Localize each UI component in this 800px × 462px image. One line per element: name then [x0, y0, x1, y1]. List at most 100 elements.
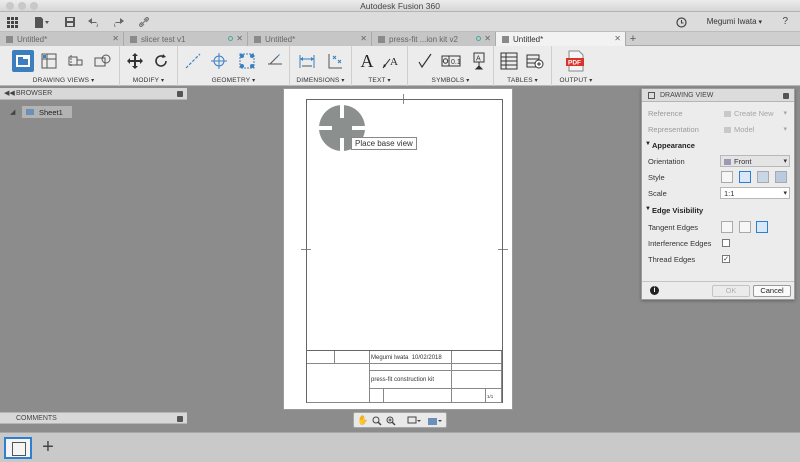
document-tab[interactable]: Untitled* ✕: [248, 32, 372, 46]
datum-identifier-icon[interactable]: A: [468, 50, 490, 72]
surface-texture-icon[interactable]: [414, 50, 436, 72]
dimension-icon[interactable]: [296, 50, 318, 72]
undo-icon[interactable]: [86, 15, 102, 29]
browser-panel-header[interactable]: ◀◀ BROWSER: [0, 88, 187, 100]
ribbon-group-label[interactable]: MODIFY: [120, 77, 177, 84]
feature-control-frame-icon[interactable]: 0.1: [440, 50, 462, 72]
tangent-edges-shortened-icon[interactable]: [756, 221, 768, 233]
pin-icon[interactable]: [177, 91, 183, 97]
title-block-cell: [452, 371, 502, 389]
center-mark-icon[interactable]: [208, 50, 230, 72]
ribbon-group-dimensions: DIMENSIONS: [290, 46, 352, 86]
sheet-thumbnail-active[interactable]: [4, 437, 32, 459]
detail-view-button[interactable]: [92, 50, 114, 72]
pin-icon[interactable]: [177, 416, 183, 422]
view-settings-icon[interactable]: [426, 415, 444, 426]
help-icon[interactable]: ?: [782, 16, 788, 27]
projected-view-button[interactable]: [38, 50, 60, 72]
slot-bottom: [340, 138, 344, 151]
ribbon-group-label[interactable]: TABLES: [494, 77, 551, 84]
scale-dropdown[interactable]: 1:1: [720, 187, 790, 199]
center-mark-pattern-icon[interactable]: [236, 50, 258, 72]
browser-node-sheet[interactable]: Sheet1: [22, 106, 72, 118]
new-tab-button[interactable]: +: [626, 32, 640, 46]
save-icon[interactable]: [62, 15, 78, 29]
redo-icon[interactable]: [110, 15, 126, 29]
edge-visibility-section[interactable]: ▼ Edge Visibility: [642, 203, 794, 217]
tab-label: slicer test v1: [141, 34, 186, 44]
rotate-icon[interactable]: [150, 50, 172, 72]
collapse-arrows-icon[interactable]: ◀◀: [4, 89, 15, 97]
close-tab-icon[interactable]: ✕: [112, 34, 119, 43]
close-tab-icon[interactable]: ✕: [236, 34, 243, 43]
tangent-edges-label: Tangent Edges: [648, 223, 699, 232]
info-icon[interactable]: i: [650, 286, 659, 295]
reference-label: Reference: [648, 109, 683, 118]
document-tab-active[interactable]: Untitled* ✕: [496, 32, 626, 46]
orientation-dropdown[interactable]: Front: [720, 155, 790, 167]
title-block-cell: [452, 389, 486, 403]
text-button[interactable]: A: [356, 50, 378, 72]
leader-text-button[interactable]: A: [380, 50, 402, 72]
appearance-section[interactable]: ▼ Appearance: [642, 138, 794, 152]
close-tab-icon[interactable]: ✕: [614, 34, 621, 43]
expand-arrow-icon[interactable]: ◢: [10, 108, 15, 116]
data-panel-grid-icon[interactable]: [4, 15, 20, 29]
sync-status-icon: [228, 36, 233, 41]
move-icon[interactable]: [124, 50, 146, 72]
dialog-title: DRAWING VIEW: [660, 92, 714, 99]
pan-hand-icon[interactable]: ✋: [357, 415, 369, 426]
drawing-sheet[interactable]: Megumi Iwata 10/02/2018 press-fit constr…: [283, 88, 513, 410]
tangent-edges-full-icon[interactable]: [739, 221, 751, 233]
drawing-view-header[interactable]: DRAWING VIEW: [642, 89, 794, 102]
tangent-edges-off-icon[interactable]: [721, 221, 733, 233]
document-tab-bar: Untitled* ✕ slicer test v1 ✕ Untitled* ✕…: [0, 32, 800, 46]
balloon-table-icon[interactable]: [524, 50, 546, 72]
ribbon-group-label[interactable]: OUTPUT: [552, 77, 600, 84]
ok-button[interactable]: OK: [712, 285, 750, 297]
ribbon-group-label[interactable]: GEOMETRY: [178, 77, 289, 84]
ribbon-group-geometry: GEOMETRY: [178, 46, 290, 86]
section-view-button[interactable]: [64, 50, 86, 72]
comments-panel-header[interactable]: COMMENTS: [0, 412, 187, 424]
style-visible-edges-icon[interactable]: [721, 171, 733, 183]
ribbon-group-label[interactable]: DIMENSIONS: [290, 77, 351, 84]
interference-edges-checkbox[interactable]: [722, 239, 730, 247]
pin-icon[interactable]: [783, 93, 789, 99]
display-settings-icon[interactable]: [406, 415, 422, 426]
ribbon-group-label[interactable]: DRAWING VIEWS: [8, 77, 119, 84]
cancel-button[interactable]: Cancel: [753, 285, 791, 297]
close-tab-icon[interactable]: ✕: [360, 34, 367, 43]
representation-row: Representation Model: [642, 122, 794, 136]
section-expand-icon: ▼: [645, 141, 651, 147]
reference-dropdown: Create New: [720, 107, 790, 119]
svg-text:A: A: [476, 56, 481, 63]
document-tab[interactable]: Untitled* ✕: [0, 32, 124, 46]
document-tab[interactable]: press-fit ...ion kit v2 ✕: [372, 32, 496, 46]
centerline-icon[interactable]: [182, 50, 204, 72]
document-tab[interactable]: slicer test v1 ✕: [124, 32, 248, 46]
ribbon-group-label[interactable]: TEXT: [352, 77, 407, 84]
ribbon-group-label[interactable]: SYMBOLS: [408, 77, 493, 84]
ribbon-group-symbols: 0.1 A SYMBOLS: [408, 46, 494, 86]
style-shaded-icon[interactable]: [757, 171, 769, 183]
style-shaded-hidden-icon[interactable]: [775, 171, 787, 183]
add-sheet-button[interactable]: +: [38, 437, 58, 459]
appearance-section-label: Appearance: [652, 141, 695, 150]
zoom-icon[interactable]: [371, 415, 383, 426]
navigation-bar: ✋: [353, 412, 447, 428]
sheet-number-value: 1/1: [487, 394, 494, 399]
ordinate-dimension-icon[interactable]: [324, 50, 346, 72]
close-tab-icon[interactable]: ✕: [484, 34, 491, 43]
style-visible-hidden-edges-icon[interactable]: [739, 171, 751, 183]
zoom-window-icon[interactable]: [385, 415, 397, 426]
user-account-menu[interactable]: Megumi Iwata: [707, 17, 762, 26]
edge-extension-icon[interactable]: [264, 50, 286, 72]
thread-edges-checkbox[interactable]: ✓: [722, 255, 730, 263]
table-icon[interactable]: [498, 50, 520, 72]
base-view-button[interactable]: [12, 50, 34, 72]
file-menu-icon[interactable]: [32, 15, 52, 29]
job-status-clock-icon[interactable]: [673, 15, 689, 29]
link-icon[interactable]: [136, 15, 152, 29]
output-pdf-button[interactable]: PDF: [565, 50, 587, 72]
